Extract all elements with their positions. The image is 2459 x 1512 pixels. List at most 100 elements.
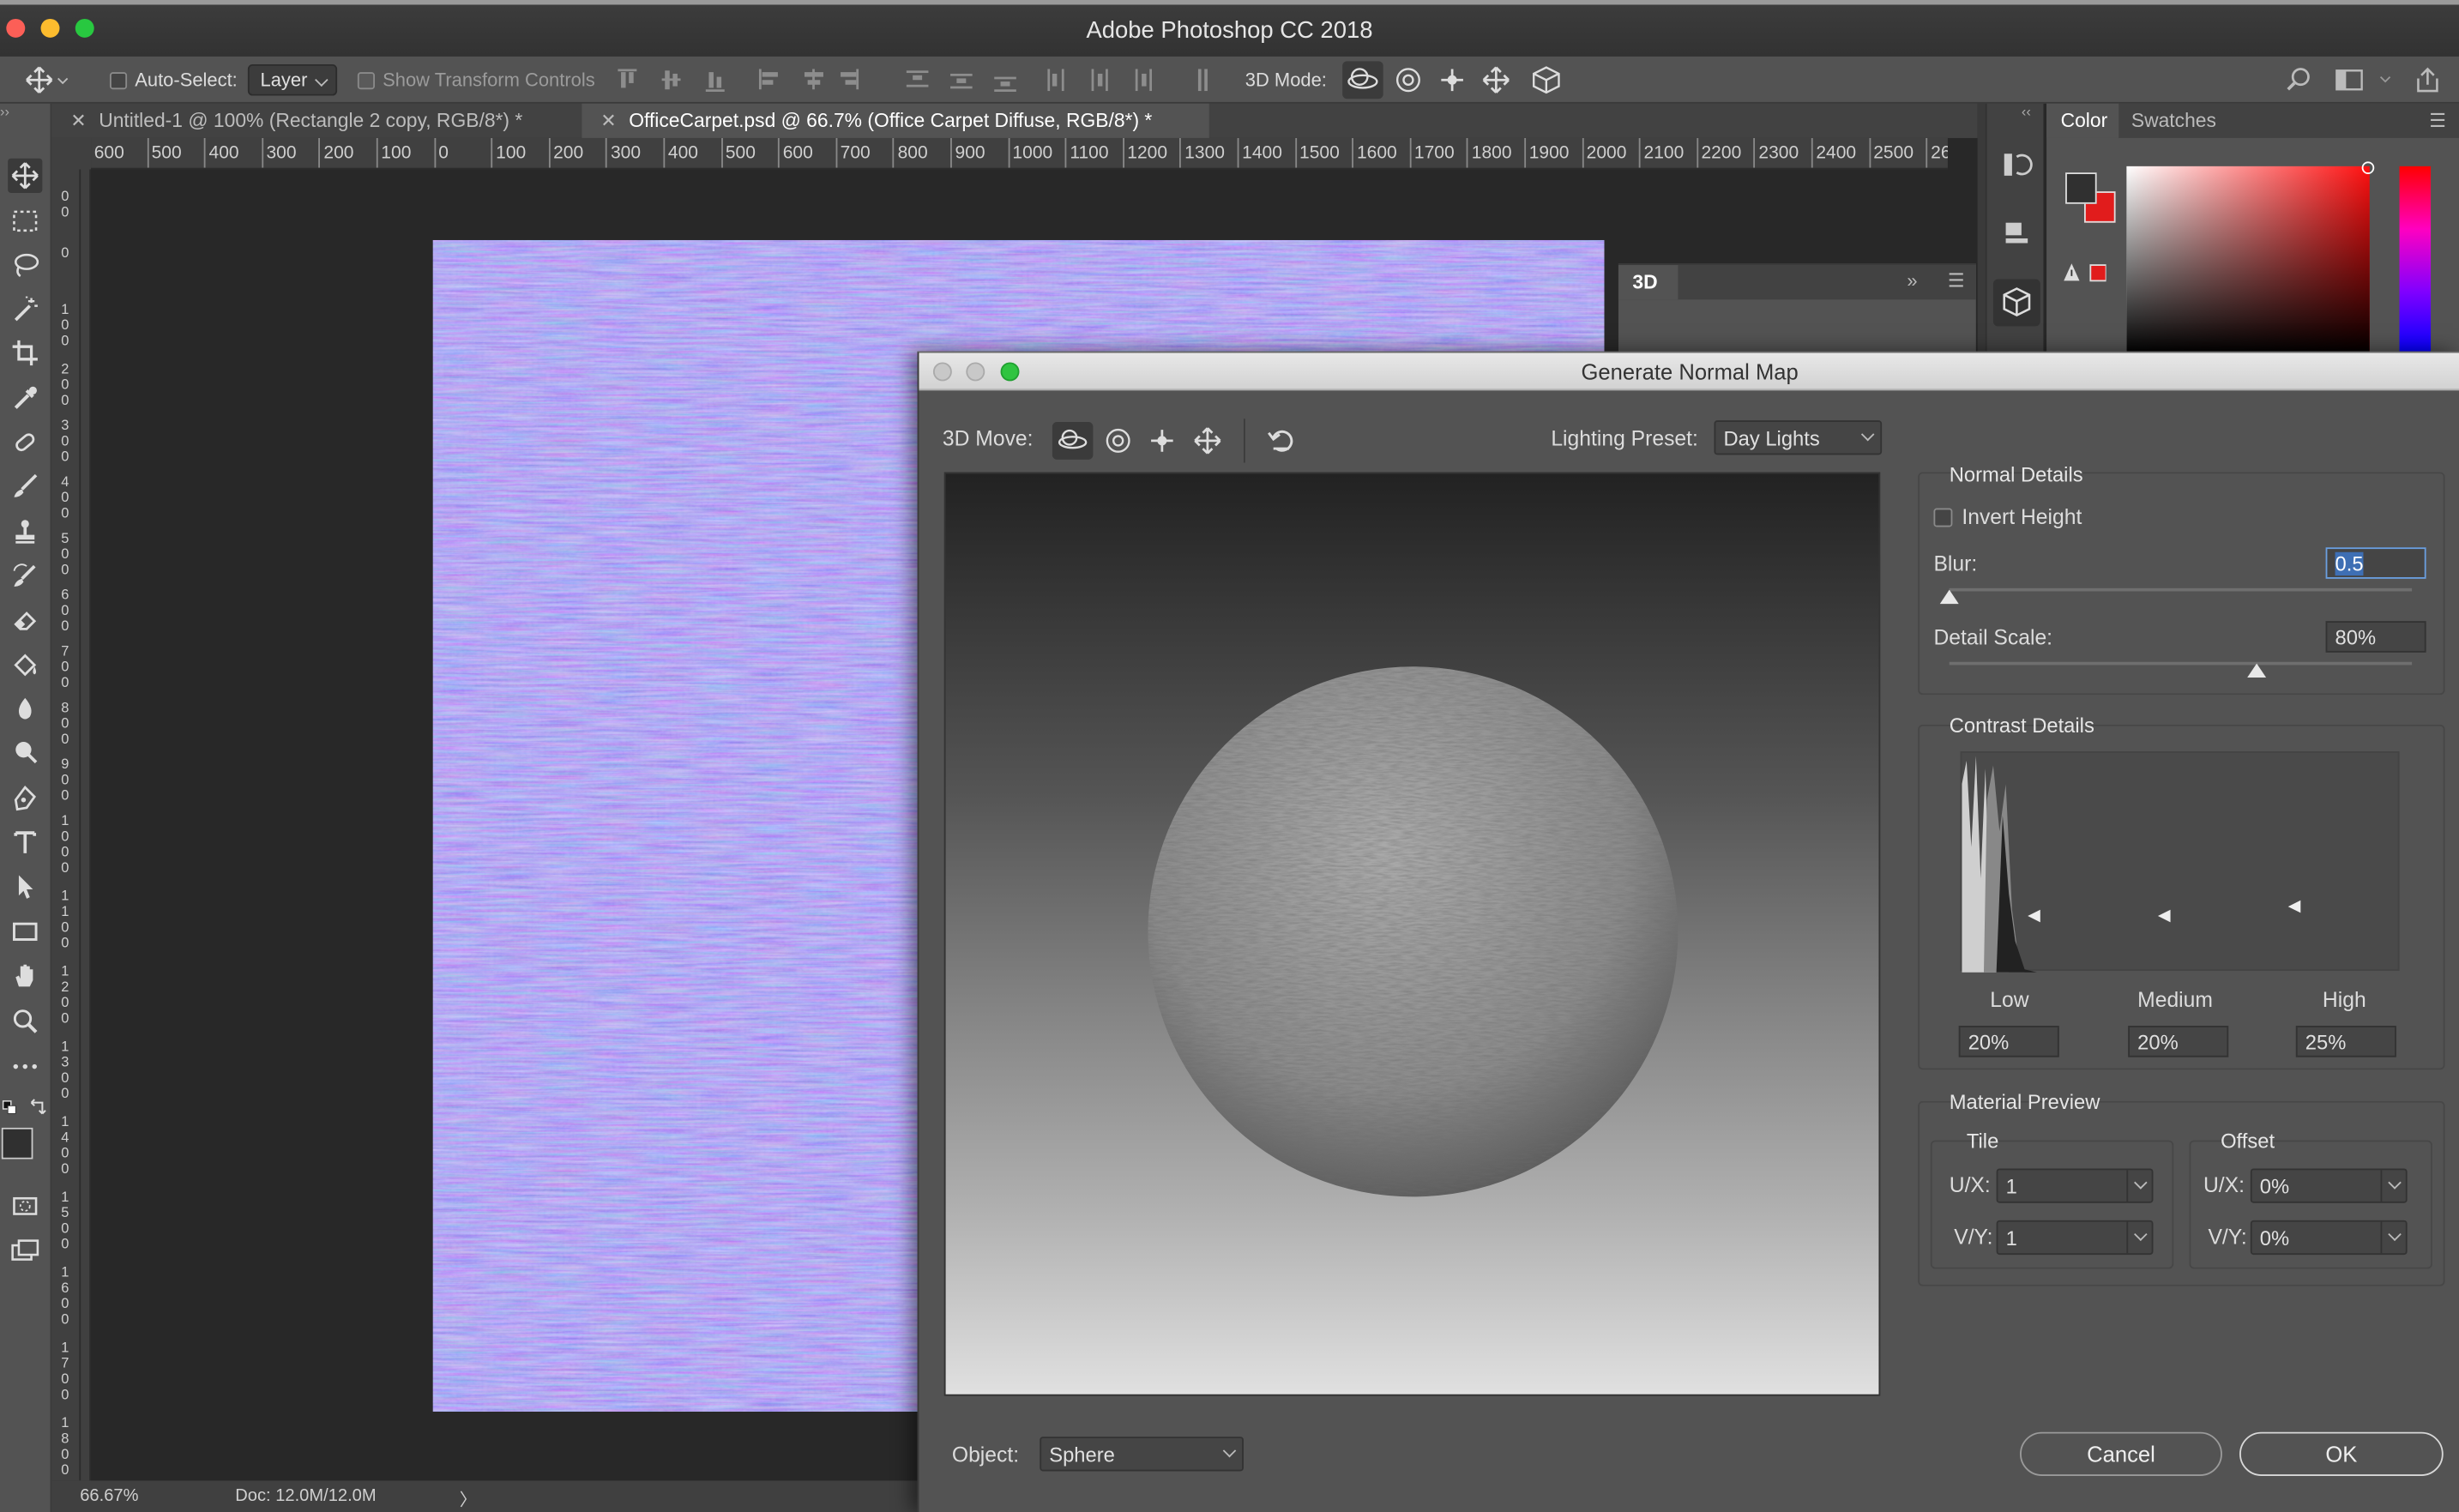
- horizontal-ruler[interactable]: 600 500 400 300 200 100 0 100 200 300 400 500 600 700…: [91, 137, 1948, 170]
- workspace-icon[interactable]: [2334, 57, 2396, 104]
- invert-height-checkbox[interactable]: [1933, 508, 1953, 527]
- blur-input[interactable]: 0.5: [2325, 547, 2426, 579]
- auto-select-checkbox[interactable]: Auto-Select:: [109, 57, 238, 104]
- hand-tool-icon[interactable]: [8, 958, 42, 992]
- svg-text:0: 0: [61, 1161, 69, 1177]
- more-tools-icon[interactable]: [8, 1049, 42, 1083]
- 3d-preview-viewport[interactable]: [943, 472, 1881, 1396]
- svg-text:6: 6: [61, 587, 69, 603]
- blur-slider[interactable]: [1949, 587, 2413, 592]
- brush-tool-icon[interactable]: [8, 469, 42, 503]
- hue-slider[interactable]: [2399, 166, 2432, 355]
- orbit-3d-icon[interactable]: [1052, 421, 1094, 460]
- share-icon[interactable]: [2412, 57, 2444, 104]
- lasso-tool-icon[interactable]: [8, 248, 42, 282]
- panel-icons-dock: ‹‹: [1985, 103, 2044, 355]
- slide-3d-icon[interactable]: [1187, 422, 1228, 460]
- ruler-tick: [1122, 137, 1124, 168]
- eyedropper-tool-icon[interactable]: [8, 381, 42, 415]
- svg-text:0: 0: [61, 506, 69, 521]
- svg-text:1: 1: [61, 964, 69, 979]
- dialog-title-bar[interactable]: Generate Normal Map: [919, 352, 2459, 391]
- 3d-mode-buttons: [1342, 57, 1577, 104]
- doc-size: Doc: 12.0M/12.0M: [235, 1486, 377, 1506]
- type-tool-icon[interactable]: [8, 825, 42, 859]
- screen-mode-icon[interactable]: [8, 1232, 42, 1267]
- crop-tool-icon[interactable]: [8, 335, 42, 370]
- history-panel-icon[interactable]: [1999, 148, 2034, 182]
- zoom-level[interactable]: 66.67%: [80, 1487, 138, 1506]
- tab-swatches[interactable]: Swatches: [2131, 110, 2216, 132]
- object-dropdown[interactable]: Sphere: [1040, 1437, 1244, 1472]
- history-brush-tool-icon[interactable]: [8, 558, 42, 593]
- marquee-tool-icon[interactable]: [8, 204, 42, 238]
- medium-input[interactable]: 20%: [2128, 1026, 2229, 1057]
- ruler-tick-label: 1800: [1471, 144, 1512, 164]
- foreground-color-swatch[interactable]: [1, 1127, 33, 1160]
- panel-menu-icon[interactable]: ☰: [2429, 110, 2446, 132]
- cancel-button[interactable]: Cancel: [2020, 1431, 2222, 1476]
- show-transform-checkbox[interactable]: Show Transform Controls: [357, 57, 595, 104]
- blur-slider-thumb[interactable]: [1939, 589, 1959, 605]
- offset-ux-input[interactable]: 0%: [2250, 1168, 2408, 1203]
- ruler-tick: [1294, 137, 1297, 168]
- search-icon[interactable]: [2283, 57, 2315, 104]
- tile-vy-label: V/Y:: [1954, 1225, 1993, 1249]
- detail-scale-input[interactable]: 80%: [2325, 621, 2426, 653]
- gamut-warning-icon[interactable]: [2062, 261, 2106, 286]
- low-input[interactable]: 20%: [1958, 1026, 2059, 1057]
- tile-vy-input[interactable]: 1: [1996, 1220, 2154, 1256]
- clone-stamp-tool-icon[interactable]: [8, 515, 42, 549]
- svg-text:1: 1: [61, 1340, 69, 1355]
- move-tool-preset[interactable]: [23, 57, 70, 104]
- rectangle-tool-icon[interactable]: [8, 914, 42, 949]
- 3d-panel-icon[interactable]: [1992, 279, 2040, 327]
- color-field[interactable]: [2126, 161, 2375, 355]
- document-tabs: ✕ Untitled-1 @ 100% (Rectangle 2 copy, R…: [51, 103, 1978, 138]
- detail-scale-slider-thumb[interactable]: [2247, 663, 2267, 678]
- status-menu-arrow[interactable]: 〉: [460, 1487, 477, 1512]
- eraser-tool-icon[interactable]: [8, 602, 42, 636]
- tab-officecarpet[interactable]: ✕ OfficeCarpet.psd @ 66.7% (Office Carpe…: [582, 103, 1209, 138]
- vertical-ruler[interactable]: 00 0 100 200 300 400 500 600 700 800 900…: [51, 169, 92, 1481]
- tile-ux-input[interactable]: 1: [1996, 1168, 2154, 1203]
- quick-mask-icon[interactable]: [8, 1189, 42, 1223]
- tab-3d[interactable]: 3D: [1632, 271, 1657, 293]
- material-preview-title: Material Preview: [1949, 1090, 2100, 1114]
- blur-tool-icon[interactable]: [8, 692, 42, 726]
- expand-panel-icon[interactable]: »: [1907, 270, 1917, 292]
- lighting-preset-dropdown[interactable]: Day Lights: [1714, 420, 1883, 455]
- svg-text:0: 0: [61, 1010, 69, 1026]
- lighting-preset-value: Day Lights: [1723, 426, 1820, 450]
- zoom-tool-icon[interactable]: [8, 1003, 42, 1038]
- magic-wand-tool-icon[interactable]: [8, 292, 42, 326]
- close-tab-icon[interactable]: ✕: [70, 110, 86, 132]
- paint-bucket-tool-icon[interactable]: [8, 648, 42, 682]
- properties-panel-icon[interactable]: [1999, 216, 2034, 250]
- high-input[interactable]: 25%: [2295, 1026, 2396, 1057]
- close-tab-icon[interactable]: ✕: [600, 110, 616, 132]
- drag-3d-icon[interactable]: [1142, 422, 1183, 460]
- auto-select-dropdown[interactable]: Layer: [247, 63, 338, 96]
- dodge-tool-icon[interactable]: [8, 736, 42, 770]
- move-tool-icon[interactable]: [8, 158, 43, 193]
- offset-vy-input[interactable]: 0%: [2250, 1220, 2408, 1256]
- contrast-histogram[interactable]: [1960, 751, 2400, 973]
- pen-tool-icon[interactable]: [8, 781, 42, 816]
- tab-color[interactable]: Color: [2061, 110, 2108, 132]
- panel-menu-icon[interactable]: ☰: [1948, 270, 1965, 292]
- ruler-origin[interactable]: [51, 137, 92, 170]
- ruler-tick-label: 400: [667, 144, 698, 164]
- ruler-tick-label: 1900: [1528, 144, 1570, 164]
- swap-colors-icon[interactable]: [0, 1096, 51, 1128]
- detail-scale-slider[interactable]: [1949, 661, 2413, 666]
- ok-button[interactable]: OK: [2239, 1431, 2444, 1476]
- foreground-color-swatch[interactable]: [2065, 172, 2097, 204]
- orbit-3d-icon[interactable]: [1342, 61, 1383, 99]
- healing-brush-tool-icon[interactable]: [8, 425, 42, 460]
- tab-untitled-1[interactable]: ✕ Untitled-1 @ 100% (Rectangle 2 copy, R…: [51, 104, 582, 138]
- path-selection-tool-icon[interactable]: [8, 869, 42, 903]
- roll-3d-icon[interactable]: [1098, 422, 1139, 460]
- svg-text:0: 0: [61, 995, 69, 1010]
- reset-view-icon[interactable]: [1261, 422, 1302, 460]
